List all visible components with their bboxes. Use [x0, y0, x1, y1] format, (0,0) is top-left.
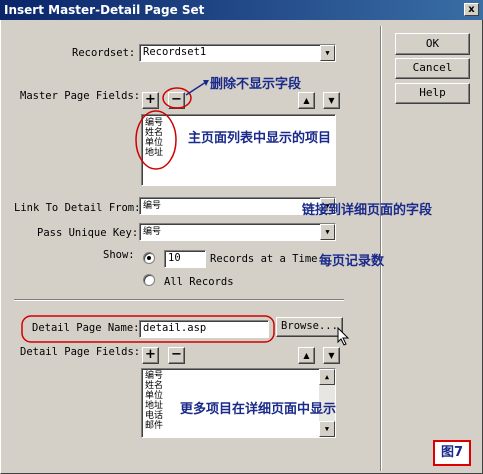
list-item[interactable]: 编号	[142, 371, 335, 381]
annotation-delete-fields: 删除不显示字段	[210, 77, 302, 92]
detail-move-up-button[interactable]: ▲	[298, 347, 315, 364]
figure-label: 图7	[433, 440, 471, 466]
annotation-link-field: 链接到详细页面的字段	[302, 203, 433, 218]
remove-highlight-circle	[162, 87, 192, 109]
browse-button[interactable]: Browse...	[276, 317, 343, 337]
arrow-line	[185, 81, 207, 96]
detail-move-down-button[interactable]: ▼	[323, 347, 340, 364]
annotation-master-list: 主页面列表中显示的项目	[188, 131, 332, 146]
link-detail-value: 编号	[143, 201, 162, 211]
pass-key-label: Pass Unique Key:	[37, 227, 139, 239]
detail-add-button[interactable]: +	[142, 347, 159, 364]
detail-page-name-label: Detail Page Name:	[32, 322, 140, 334]
show-label: Show:	[103, 249, 135, 261]
annotation-more-items: 更多项目在详细页面中显示	[180, 402, 337, 417]
records-at-time-label: Records at a Time	[210, 253, 318, 265]
detail-page-name-input[interactable]: detail.asp	[139, 320, 269, 338]
detail-fields-label: Detail Page Fields:	[20, 346, 141, 358]
annotation-per-page: 每页记录数	[319, 254, 385, 269]
list-item[interactable]: 邮件	[142, 421, 335, 431]
section-divider	[14, 299, 344, 301]
records-at-time-radio[interactable]	[143, 252, 155, 264]
records-count-input[interactable]: 10	[164, 250, 206, 268]
detail-remove-button[interactable]: −	[168, 347, 185, 364]
scroll-up-icon[interactable]: ▲	[319, 369, 335, 385]
list-item[interactable]: 姓名	[142, 381, 335, 391]
all-records-label: All Records	[164, 276, 234, 288]
link-detail-label: Link To Detail From:	[14, 202, 141, 214]
scroll-down-icon[interactable]: ▼	[319, 421, 335, 437]
pass-key-value: 编号	[143, 227, 162, 237]
master-items-highlight-circle	[135, 110, 177, 170]
chevron-down-icon[interactable]: ▼	[320, 224, 335, 240]
pass-key-select[interactable]: 编号 ▼	[139, 223, 336, 241]
all-records-radio[interactable]	[143, 274, 155, 286]
mouse-cursor-icon	[337, 327, 350, 346]
